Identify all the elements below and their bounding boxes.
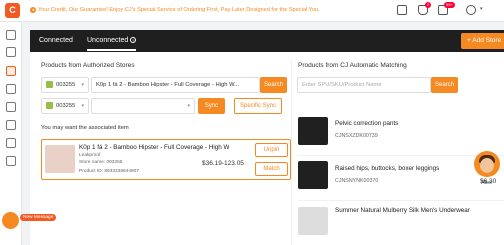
credit-notice-text: Your Credit, Our Guarantee! Enjoy CJ's S…: [38, 7, 320, 13]
product-search-input[interactable]: K0p 1 fá 2 - Bamboo Hipster - Full Cover…: [91, 77, 260, 93]
chat-button[interactable]: [2, 212, 19, 229]
shopify-icon: [46, 80, 53, 88]
list-divider: [298, 200, 504, 201]
chevron-down-icon: ▾: [187, 103, 190, 109]
shopify-icon: [46, 101, 53, 109]
tab-unconnected[interactable]: Unconnected?: [87, 37, 137, 51]
product-vendor: Leakproof: [79, 153, 101, 158]
user-avatar-icon[interactable]: [466, 5, 476, 15]
agent-face: [480, 158, 494, 173]
cj-matching-heading: Products from CJ Automatic Matching: [298, 62, 407, 69]
product-thumbnail: [45, 145, 75, 173]
list-divider: [298, 155, 504, 156]
message-badge: 99+: [444, 2, 455, 8]
cj-product-thumbnail[interactable]: [298, 161, 328, 189]
tab-bar: Connected Unconnected? + Add Store: [30, 30, 504, 52]
product-title: K0p 1 fá 2 - Bamboo Hipster - Full Cover…: [79, 144, 229, 151]
connection-icon[interactable]: [6, 66, 16, 76]
document-icon[interactable]: [6, 138, 16, 148]
associated-item-label: You may want the associated item: [41, 125, 129, 131]
orders-icon[interactable]: [6, 84, 16, 94]
column-divider: [291, 60, 292, 245]
calendar-icon[interactable]: [397, 5, 407, 15]
cj-product-title[interactable]: Summer Natural Mulberry Silk Men's Under…: [335, 207, 501, 214]
home-icon[interactable]: [6, 30, 16, 40]
chevron-down-icon: ▾: [81, 82, 84, 88]
store-name: Store name: 003255: [79, 160, 123, 165]
cj-product-thumbnail[interactable]: [298, 117, 328, 145]
product-id: Product ID: 8933338644807: [79, 169, 140, 174]
store-product-card: K0p 1 fá 2 - Bamboo Hipster - Full Cover…: [41, 139, 291, 180]
agent-name: Alex: [481, 180, 492, 186]
search-button[interactable]: Search: [260, 77, 287, 93]
store-select-2[interactable]: 003255 ▾: [41, 98, 89, 114]
add-store-button[interactable]: + Add Store: [461, 33, 504, 49]
list-icon[interactable]: [6, 102, 16, 112]
inventory-icon[interactable]: [6, 120, 16, 130]
cj-search-button[interactable]: Search: [431, 77, 458, 93]
help-icon[interactable]: ?: [130, 37, 137, 44]
cj-product-sku: CJNSNYNK00370: [335, 178, 379, 184]
chevron-down-icon: ▾: [81, 103, 84, 109]
volume-icon: ◂: [30, 7, 36, 13]
tab-connected[interactable]: Connected: [39, 37, 73, 44]
new-message-tag[interactable]: New Message: [20, 214, 57, 221]
store-select[interactable]: 003255 ▾: [41, 77, 89, 93]
top-bar: C ◂ Your Credit, Our Guarantee! Enjoy CJ'…: [0, 0, 504, 22]
agent-avatar[interactable]: [474, 151, 500, 177]
cj-logo[interactable]: C: [5, 3, 20, 18]
sync-button[interactable]: Sync: [198, 98, 225, 114]
tab-unconnected-label: Unconnected: [87, 37, 129, 44]
chevron-down-icon[interactable]: ▾: [480, 6, 483, 12]
match-button[interactable]: Match: [255, 162, 288, 176]
cj-product-thumbnail[interactable]: [298, 207, 328, 235]
store-select-value: 003255: [56, 82, 76, 88]
cj-product-title[interactable]: Pelvic correction pants: [335, 120, 495, 127]
variant-select[interactable]: ▾: [91, 98, 195, 114]
unpin-button[interactable]: Unpin: [255, 143, 288, 157]
cj-product-title[interactable]: Raised hips, buttocks, boxer leggings: [335, 165, 495, 172]
main-panel: Connected Unconnected? + Add Store Produ…: [30, 30, 504, 245]
chart-icon[interactable]: [6, 156, 16, 166]
notification-badge: 2: [425, 2, 432, 8]
credit-notice[interactable]: ◂ Your Credit, Our Guarantee! Enjoy CJ's …: [30, 7, 320, 13]
cj-search-input[interactable]: Enter SPU/SKU/Product Name: [297, 77, 431, 93]
cj-product-sku: CJNSXZDK00739: [335, 133, 378, 139]
authorized-stores-heading: Products from Authorized Stores: [41, 62, 135, 69]
product-price: $36.19-123.05: [202, 160, 244, 167]
specific-sync-button[interactable]: Specific Sync: [234, 98, 282, 114]
cart-icon[interactable]: [6, 47, 16, 57]
store-select-2-value: 003255: [56, 103, 76, 109]
